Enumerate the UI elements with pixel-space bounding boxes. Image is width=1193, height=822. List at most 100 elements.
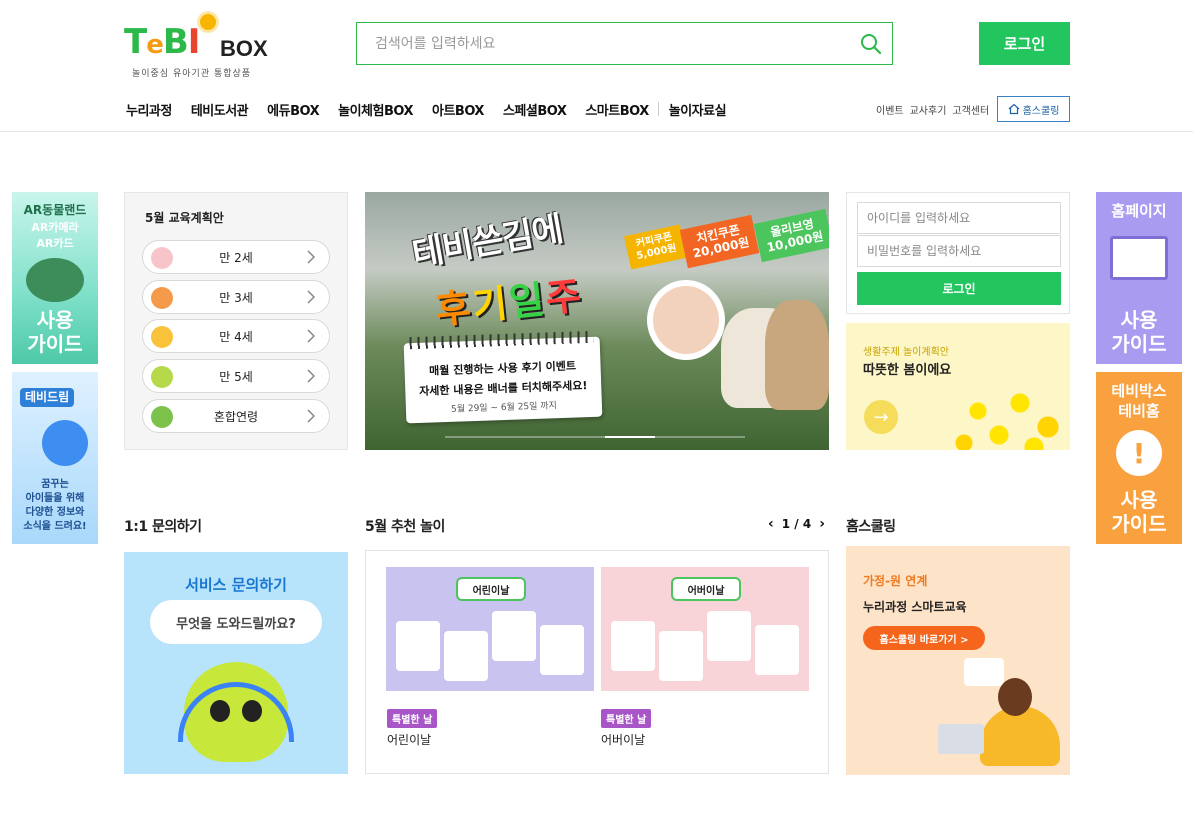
homeschool-button[interactable]: 홈스쿨링 [997, 96, 1070, 122]
logo-mark: TeBI [124, 22, 200, 62]
homeschool-label: 홈스쿨링 [1022, 105, 1060, 117]
character-icon [151, 406, 173, 428]
card-name[interactable]: 어린이날 [387, 731, 431, 748]
search-icon[interactable] [860, 33, 882, 55]
note-rings [409, 330, 594, 350]
play-card-parents-day[interactable]: 어버이날 [601, 567, 809, 691]
recommend-section-title: 5월 추천 놀이 [365, 519, 445, 535]
play-card-childrens-day[interactable]: 어린이날 [386, 567, 594, 691]
inquiry-bubble: 무엇을 도와드릴까요? [150, 600, 322, 644]
note-line2: 자세한 내용은 배너를 터치해주세요! [418, 379, 588, 398]
chevron-right-icon[interactable]: › [819, 516, 825, 532]
alpaca-brown [765, 300, 829, 410]
util-support[interactable]: 고객센터 [952, 102, 989, 117]
hero-banner[interactable]: 테비쓴김에 후기일주 커피쿠폰 5,000원 치킨쿠폰 20,000원 올리브영 10… [365, 192, 829, 450]
card-tile [755, 625, 799, 675]
main-nav: 누리과정 테비도서관 에듀BOX 놀이체험BOX 아트BOX 스페셜BOX 스마… [126, 98, 745, 120]
spring-plan-banner[interactable]: 생활주제 놀이계획안 따뜻한 봄이에요 → [846, 323, 1070, 450]
chevron-right-icon [307, 329, 316, 343]
inquiry-title: 서비스 문의하기 [185, 576, 287, 594]
card-tile [396, 621, 440, 671]
side-banner-ar[interactable]: AR동물랜드 AR카메라 AR카드 사용 가이드 [12, 192, 98, 364]
header-divider [0, 131, 1193, 132]
header-login-button[interactable]: 로그인 [979, 22, 1070, 65]
chevron-right-icon [307, 250, 316, 264]
age-button-5[interactable]: 만 5세 [142, 359, 330, 393]
nav-playbox[interactable]: 놀이체험BOX [338, 100, 413, 119]
age-button-2[interactable]: 만 2세 [142, 240, 330, 274]
side-drim-line2: 아이들을 위해 [25, 493, 85, 504]
inquiry-section-title: 1:1 문의하기 [124, 519, 202, 535]
carousel-indicator [445, 436, 745, 438]
side-home-line2: 사용 [1120, 308, 1158, 332]
homeschool-line1: 가정-원 연계 [863, 574, 928, 588]
card-tile [611, 621, 655, 671]
pager-text: 1 / 4 [781, 517, 812, 531]
hero-title-line2: 후기일주 [433, 273, 586, 333]
inquiry-banner[interactable]: 서비스 문의하기 무엇을 도와드릴까요? [124, 552, 348, 774]
coupon-chicken: 치킨쿠폰 20,000원 [679, 214, 760, 268]
util-reviews[interactable]: 교사후기 [910, 102, 947, 117]
edu-plan-title: 5월 교육계획안 [145, 211, 224, 225]
card-tile [492, 611, 536, 661]
side-box-line3: 사용 [1120, 488, 1158, 512]
nav-edubox[interactable]: 에듀BOX [267, 100, 319, 119]
video-call-icon [964, 658, 1004, 686]
chevron-left-icon[interactable]: ‹ [768, 516, 774, 532]
special-day-badge: 특별한 날 [601, 709, 652, 728]
side-ar-line5: 가이드 [27, 332, 83, 356]
nav-specialbox[interactable]: 스페셜BOX [503, 100, 567, 119]
age-button-mixed[interactable]: 혼합연령 [142, 399, 330, 433]
coupon-oliveyoung: 올리브영 10,000원 [753, 208, 829, 262]
nav-library[interactable]: 테비도서관 [191, 100, 249, 119]
spring-subtitle: 생활주제 놀이계획안 [863, 347, 949, 358]
chevron-right-icon [307, 290, 316, 304]
megaphone-icon [42, 420, 88, 466]
side-box-line4: 가이드 [1111, 512, 1167, 536]
utility-links: 이벤트 교사후기 고객센터 [876, 102, 995, 117]
side-drim-title: 테비드림 [20, 388, 75, 407]
student-illustration [998, 678, 1032, 716]
card-tag: 어버이날 [671, 577, 741, 601]
login-button[interactable]: 로그인 [857, 272, 1061, 305]
password-field[interactable] [857, 235, 1061, 267]
note-period: 5월 29일 ~ 6월 25일 까지 [450, 401, 558, 415]
hero-title-line1: 테비쓴김에 [409, 209, 566, 275]
homeschool-go-button[interactable]: 홈스쿨링 바로가기 > [863, 626, 985, 650]
cat-eye [242, 700, 262, 722]
id-field[interactable] [857, 202, 1061, 234]
character-icon [151, 366, 173, 388]
character-icon [151, 326, 173, 348]
nav-nuri[interactable]: 누리과정 [126, 100, 172, 119]
homeschool-section-title: 홈스쿨링 [846, 519, 896, 535]
login-panel: 로그인 [846, 192, 1070, 314]
side-ar-line1: AR동물랜드 [23, 203, 87, 217]
note-line1: 매월 진행하는 사용 후기 이벤트 [428, 359, 577, 378]
side-banner-tebidream[interactable]: 테비드림 꿈꾸는 아이들을 위해 다양한 정보와 소식을 드려요! [12, 372, 98, 544]
age-button-3[interactable]: 만 3세 [142, 280, 330, 314]
side-banner-tebibox-guide[interactable]: 테비박스 테비홈 ! 사용 가이드 [1096, 372, 1182, 544]
side-box-line2: 테비홈 [1118, 402, 1160, 420]
character-icon [151, 287, 173, 309]
recommend-pager: ‹ 1 / 4 › [768, 516, 825, 532]
card-tile [707, 611, 751, 661]
edu-plan-panel: 5월 교육계획안 만 2세 만 3세 만 4세 만 5세 혼합연령 [124, 192, 348, 450]
util-event[interactable]: 이벤트 [876, 102, 904, 117]
side-ar-line2: AR카메라 [31, 221, 79, 234]
logo[interactable]: TeBI BOX 놀이중심 유아기관 통합상품 [124, 14, 274, 79]
alert-bubble-icon: ! [1116, 430, 1162, 476]
hero-note: 매월 진행하는 사용 후기 이벤트 자세한 내용은 배너를 터치해주세요! 5월… [403, 330, 603, 424]
side-home-line1: 홈페이지 [1111, 202, 1167, 220]
spring-title: 따뜻한 봄이에요 [863, 363, 952, 378]
search-input[interactable] [375, 33, 835, 55]
search-bar [356, 22, 893, 65]
nav-resources[interactable]: 놀이자료실 [669, 100, 727, 119]
card-name[interactable]: 어버이날 [601, 731, 645, 748]
age-button-4[interactable]: 만 4세 [142, 319, 330, 353]
nav-smartbox[interactable]: 스마트BOX [585, 100, 649, 119]
recommend-panel: 어린이날 어버이날 특별한 날 어린이날 특별한 날 어버이날 [365, 550, 829, 774]
arrow-right-icon[interactable]: → [864, 400, 898, 434]
homeschool-banner[interactable]: 가정-원 연계 누리과정 스마트교육 홈스쿨링 바로가기 > [846, 546, 1070, 775]
nav-artbox[interactable]: 아트BOX [432, 100, 484, 119]
side-banner-homepage-guide[interactable]: 홈페이지 사용 가이드 [1096, 192, 1182, 364]
